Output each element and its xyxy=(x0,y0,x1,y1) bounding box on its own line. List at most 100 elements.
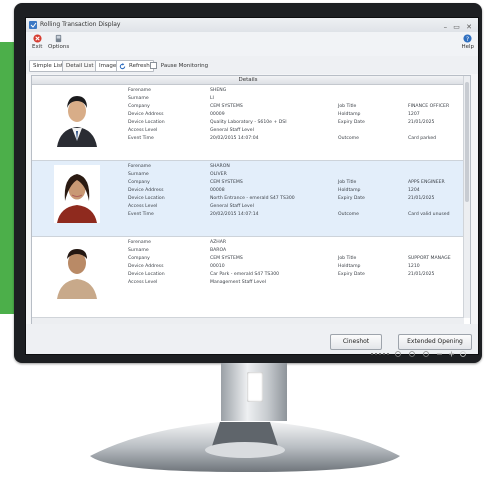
application-window: Rolling Transaction Display – ▭ ✕ Exit O… xyxy=(25,17,479,355)
record-row: Access Level General Staff Level xyxy=(128,127,464,134)
pause-monitoring-label: Pause Monitoring xyxy=(160,63,209,69)
field-value: 1207 xyxy=(408,112,420,117)
field-value: SHENG xyxy=(210,88,227,93)
help-icon: ? xyxy=(463,34,472,43)
help-button[interactable]: ? Help xyxy=(461,34,474,50)
field-label: Access Level xyxy=(128,204,158,209)
transaction-record[interactable]: Forename AZHAR Surname BAROA Company CEM SYST… xyxy=(32,237,464,317)
field-value: AZHAR xyxy=(210,240,227,245)
record-row: Access Level General Staff Level xyxy=(128,203,464,210)
extended-opening-button[interactable]: Extended Opening xyxy=(398,334,472,350)
field-value: BAROA xyxy=(210,248,227,253)
help-label: Help xyxy=(461,44,474,50)
record-row: Surname LI xyxy=(128,95,464,102)
field-label: Expiry Date xyxy=(338,196,365,201)
field-value: CEM SYSTEMS xyxy=(210,180,243,185)
field-label: Job Title xyxy=(338,104,357,109)
refresh-button[interactable]: Refresh xyxy=(116,60,154,72)
field-value: LI xyxy=(210,96,214,101)
person-photo xyxy=(54,165,100,223)
field-label: Device Address xyxy=(128,112,164,117)
field-value: CEM SYSTEMS xyxy=(210,104,243,109)
field-label: Job Title xyxy=(338,256,357,261)
record-row: Device Address 00010 Holdtamp 1210 xyxy=(128,263,464,270)
app-icon xyxy=(29,21,37,29)
checkbox-box xyxy=(150,62,157,69)
field-value: Car Park - emerald S47 TS300 xyxy=(210,272,280,277)
field-value: CEM SYSTEMS xyxy=(210,256,243,261)
field-value: 20/02/2015 14:07:14 xyxy=(210,212,259,217)
field-value: Card valid unused xyxy=(408,212,450,217)
field-label: Forename xyxy=(128,164,151,169)
field-label: Device Location xyxy=(128,196,165,201)
field-value: 00009 xyxy=(210,112,225,117)
view-tabs: Simple List Detail List Image Refresh Pa… xyxy=(26,56,478,74)
field-label: Forename xyxy=(128,240,151,245)
transaction-record-selected[interactable]: Forename SHARON Surname OLIVER Company CEM SY… xyxy=(32,161,464,237)
record-row: Company CEM SYSTEMS Job Title SUPPORT MANAG… xyxy=(128,255,464,262)
details-column-header[interactable]: Details xyxy=(32,76,464,85)
exit-button[interactable]: Exit xyxy=(32,34,42,50)
exit-icon xyxy=(33,34,42,43)
record-row: Surname BAROA xyxy=(128,247,464,254)
field-label: Outcome xyxy=(338,136,359,141)
tab-detail-list[interactable]: Detail List xyxy=(62,60,98,72)
field-label: Holdtamp xyxy=(338,112,361,117)
window-title: Rolling Transaction Display xyxy=(40,21,121,28)
field-label: Holdtamp xyxy=(338,188,361,193)
details-grid: Details Forename SHENG Surname LI Company CEM… xyxy=(31,75,471,325)
horizontal-scrollbar[interactable] xyxy=(32,317,464,324)
record-row: Forename SHARON xyxy=(128,163,464,170)
field-label: Surname xyxy=(128,172,149,177)
field-label: Event Time xyxy=(128,136,154,141)
exit-label: Exit xyxy=(32,44,43,50)
field-label: Device Location xyxy=(128,272,165,277)
scroll-thumb[interactable] xyxy=(465,82,469,202)
record-row: Event Time 20/02/2015 14:07:04 Outcome Card… xyxy=(128,135,464,142)
field-value: 1210 xyxy=(408,264,420,269)
field-value: 00008 xyxy=(210,188,225,193)
pause-monitoring-checkbox[interactable]: Pause Monitoring xyxy=(150,61,208,71)
field-label: Surname xyxy=(128,96,149,101)
field-value: SHARON xyxy=(210,164,230,169)
field-value: Management Staff Level xyxy=(210,280,267,285)
cineshot-button[interactable]: Cineshot xyxy=(330,334,382,350)
record-row: Company CEM SYSTEMS Job Title FINANCE OFFIC… xyxy=(128,103,464,110)
record-row: Forename SHENG xyxy=(128,87,464,94)
field-value: APPS ENGINEER xyxy=(408,180,445,185)
cable-slot xyxy=(247,372,263,402)
field-label: Event Time xyxy=(128,212,154,217)
field-label: Surname xyxy=(128,248,149,253)
record-row: Device Location North Entrance - emerald … xyxy=(128,195,464,202)
field-label: Holdtamp xyxy=(338,264,361,269)
field-label: Access Level xyxy=(128,280,158,285)
person-photo xyxy=(54,241,100,299)
field-label: Forename xyxy=(128,88,151,93)
record-row: Device Address 00009 Holdtamp 1207 xyxy=(128,111,464,118)
record-row: Device Location Car Park - emerald S47 TS… xyxy=(128,271,464,278)
record-row: Device Location Quality Laboratory - S610… xyxy=(128,119,464,126)
field-label: Company xyxy=(128,256,150,261)
field-value: General Staff Level xyxy=(210,128,254,133)
field-value: 21/01/2025 xyxy=(408,272,435,277)
options-button[interactable]: Options xyxy=(48,34,69,50)
record-row: Forename AZHAR xyxy=(128,239,464,246)
field-label: Outcome xyxy=(338,212,359,217)
toolbar: Exit Options ? Help xyxy=(26,32,478,57)
field-label: Access Level xyxy=(128,128,158,133)
title-bar: Rolling Transaction Display – ▭ ✕ xyxy=(26,18,478,32)
options-icon xyxy=(55,34,62,43)
transaction-record[interactable]: Forename SHENG Surname LI Company CEM SYSTEMS… xyxy=(32,85,464,161)
field-value: 21/01/2025 xyxy=(408,120,435,125)
field-value: North Entrance - emerald S47 TS300 xyxy=(210,196,295,201)
record-row: Event Time 20/02/2015 14:07:14 Outcome Card… xyxy=(128,211,464,218)
field-value: General Staff Level xyxy=(210,204,254,209)
field-label: Company xyxy=(128,104,150,109)
record-row: Device Address 00008 Holdtamp 1204 xyxy=(128,187,464,194)
options-label: Options xyxy=(48,44,70,50)
field-value: 20/02/2015 14:07:04 xyxy=(210,136,259,141)
field-value: FINANCE OFFICER xyxy=(408,104,450,109)
refresh-icon xyxy=(119,62,126,69)
record-row: Access Level Management Staff Level xyxy=(128,279,464,286)
vertical-scrollbar[interactable] xyxy=(463,76,470,318)
